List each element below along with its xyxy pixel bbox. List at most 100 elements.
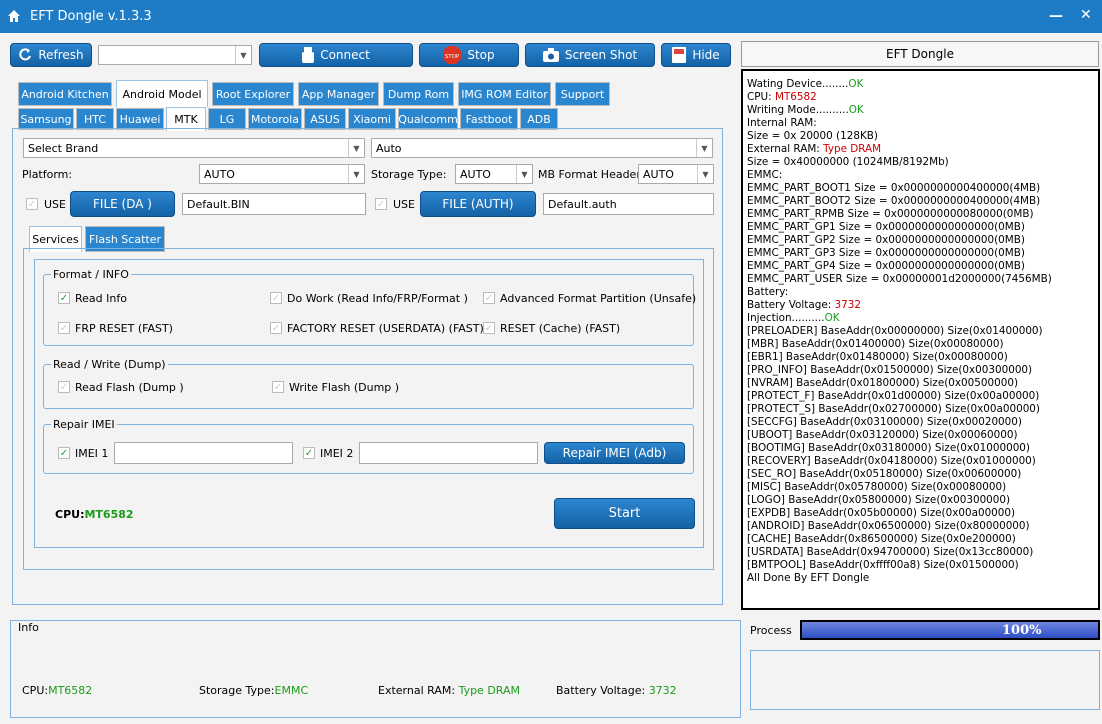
cpu-status-value: MT6582	[84, 508, 134, 521]
minimize-button[interactable]: —	[1049, 8, 1063, 24]
log-line: EMMC_PART_GP3 Size = 0x0000000000000000(…	[747, 247, 1094, 260]
write-flash-checkbox[interactable]: ✓	[272, 381, 284, 393]
read-flash-label: Read Flash (Dump )	[75, 381, 184, 394]
info-battery: Battery Voltage: 3732	[556, 684, 677, 697]
advanced-format-checkbox[interactable]: ✓	[483, 292, 495, 304]
log-line: [NVRAM] BaseAddr(0x01800000) Size(0x0050…	[747, 377, 1094, 390]
tab-huawei[interactable]: Huawei	[116, 108, 164, 130]
info-panel	[10, 620, 741, 718]
log-segment: Battery Voltage:	[747, 299, 835, 311]
log-segment: EMMC_PART_BOOT1 Size = 0x000000000040000…	[747, 182, 1041, 194]
start-button[interactable]: Start	[554, 498, 695, 529]
tab-lg[interactable]: LG	[208, 108, 246, 130]
log-segment: CPU:	[747, 91, 775, 103]
hide-label: Hide	[692, 48, 720, 62]
model-select[interactable]: Auto ▼	[371, 138, 713, 158]
log-line: [PROTECT_F] BaseAddr(0x01d00000) Size(0x…	[747, 390, 1094, 403]
log-segment: [UBOOT] BaseAddr(0x03120000) Size(0x0006…	[747, 429, 1018, 441]
storage-type-select[interactable]: AUTO ▼	[455, 164, 533, 184]
log-segment: Size = 0x40000000 (1024MB/8192Mb)	[747, 156, 949, 168]
read-info-label: Read Info	[75, 292, 127, 305]
log-segment: 3732	[834, 299, 861, 311]
tab-adb[interactable]: ADB	[520, 108, 558, 130]
imei2-label: IMEI 2	[320, 447, 354, 460]
auth-file-field[interactable]: Default.auth	[543, 193, 714, 215]
do-work-checkbox[interactable]: ✓	[270, 292, 282, 304]
log-line: Size = 0x 20000 (128KB)	[747, 130, 1094, 143]
tab-samsung[interactable]: Samsung	[18, 108, 74, 130]
platform-label: Platform:	[22, 168, 73, 181]
info-storage-label: Storage Type:	[199, 684, 275, 697]
factory-reset-label: FACTORY RESET (USERDATA) (FAST)	[287, 322, 484, 335]
tab-dump-rom[interactable]: Dump Rom	[383, 82, 454, 106]
tab-support[interactable]: Support	[555, 82, 610, 106]
log-segment: [BOOTIMG] BaseAddr(0x03180000) Size(0x01…	[747, 442, 1030, 454]
log-segment: [EBR1] BaseAddr(0x01480000) Size(0x00080…	[747, 351, 1008, 363]
screenshot-button[interactable]: Screen Shot	[525, 43, 655, 67]
log-segment: OK	[848, 104, 864, 116]
read-write-title: Read / Write (Dump)	[51, 358, 168, 371]
log-line: EMMC_PART_BOOT1 Size = 0x000000000040000…	[747, 182, 1094, 195]
repair-imei-button[interactable]: Repair IMEI (Adb)	[544, 442, 685, 464]
factory-reset-checkbox[interactable]: ✓	[270, 322, 282, 334]
refresh-label: Refresh	[38, 48, 84, 62]
info-battery-label: Battery Voltage:	[556, 684, 649, 697]
use-auth-checkbox[interactable]: ✓	[375, 198, 387, 210]
mb-format-header-label: MB Format Header	[538, 168, 641, 181]
reset-cache-checkbox[interactable]: ✓	[483, 322, 495, 334]
log-segment: [PROTECT_F] BaseAddr(0x01d00000) Size(0x…	[747, 390, 1040, 402]
tab-htc[interactable]: HTC	[76, 108, 114, 130]
mb-format-header-select[interactable]: AUTO ▼	[638, 164, 714, 184]
chevron-down-icon: ▼	[696, 139, 712, 157]
close-button[interactable]: ✕	[1080, 7, 1092, 23]
tab-motorola[interactable]: Motorola	[248, 108, 302, 130]
refresh-button[interactable]: Refresh	[10, 43, 92, 67]
file-da-button[interactable]: FILE (DA )	[70, 191, 175, 217]
tab-qualcomm[interactable]: Qualcomm	[398, 108, 458, 130]
read-info-checkbox[interactable]: ✓	[58, 292, 70, 304]
stop-icon: STOP	[443, 46, 462, 64]
format-info-title: Format / INFO	[51, 268, 131, 281]
imei2-checkbox[interactable]: ✓	[303, 447, 315, 459]
tab-asus[interactable]: ASUS	[304, 108, 346, 130]
log-segment: Internal RAM:	[747, 117, 817, 129]
read-flash-checkbox[interactable]: ✓	[58, 381, 70, 393]
log-line: [PROTECT_S] BaseAddr(0x02700000) Size(0x…	[747, 403, 1094, 416]
refresh-icon	[19, 48, 32, 61]
platform-select[interactable]: AUTO ▼	[199, 164, 365, 184]
tab-img-rom-editor[interactable]: IMG ROM Editor	[458, 82, 551, 106]
connect-button[interactable]: Connect	[259, 43, 413, 67]
log-line: [BOOTIMG] BaseAddr(0x03180000) Size(0x01…	[747, 442, 1094, 455]
log-segment: EMMC_PART_GP3 Size = 0x0000000000000000(…	[747, 247, 1025, 259]
hide-button[interactable]: Hide	[661, 43, 731, 67]
tab-fastboot[interactable]: Fastboot	[460, 108, 518, 130]
da-file-field[interactable]: Default.BIN	[182, 193, 366, 215]
log-line: EMMC_PART_GP2 Size = 0x0000000000000000(…	[747, 234, 1094, 247]
log-segment: [NVRAM] BaseAddr(0x01800000) Size(0x0050…	[747, 377, 1018, 389]
log-segment: EMMC_PART_GP4 Size = 0x0000000000000000(…	[747, 260, 1025, 272]
log-segment: Writing Mode..........	[747, 104, 849, 116]
log-line: [USRDATA] BaseAddr(0x94700000) Size(0x13…	[747, 546, 1094, 559]
format-info-group	[43, 274, 694, 346]
port-select[interactable]: ▼	[98, 45, 252, 65]
log-line: [BMTPOOL] BaseAddr(0xffff00a8) Size(0x01…	[747, 559, 1094, 572]
imei1-checkbox[interactable]: ✓	[58, 447, 70, 459]
advanced-format-label: Advanced Format Partition (Unsafe)	[500, 292, 697, 305]
file-auth-button[interactable]: FILE (AUTH)	[420, 191, 536, 217]
brand-select[interactable]: Select Brand ▼	[23, 138, 365, 158]
tab-android-model[interactable]: Android Model	[116, 80, 208, 107]
tab-android-kitchen[interactable]: Android Kitchen	[18, 82, 112, 106]
log-line: Battery:	[747, 286, 1094, 299]
use-da-checkbox[interactable]: ✓	[26, 198, 38, 210]
stop-button[interactable]: STOP Stop	[419, 43, 519, 67]
tab-root-explorer[interactable]: Root Explorer	[212, 82, 294, 106]
tab-xiaomi[interactable]: Xiaomi	[348, 108, 396, 130]
log-line: [LOGO] BaseAddr(0x05800000) Size(0x00300…	[747, 494, 1094, 507]
frp-reset-checkbox[interactable]: ✓	[58, 322, 70, 334]
imei2-input[interactable]	[359, 442, 538, 464]
log-line: EMMC_PART_GP4 Size = 0x0000000000000000(…	[747, 260, 1094, 273]
imei1-input[interactable]	[114, 442, 293, 464]
log-segment: All Done By EFT Dongle	[747, 572, 870, 584]
log-segment: MT6582	[774, 91, 817, 103]
tab-app-manager[interactable]: App Manager	[298, 82, 379, 106]
